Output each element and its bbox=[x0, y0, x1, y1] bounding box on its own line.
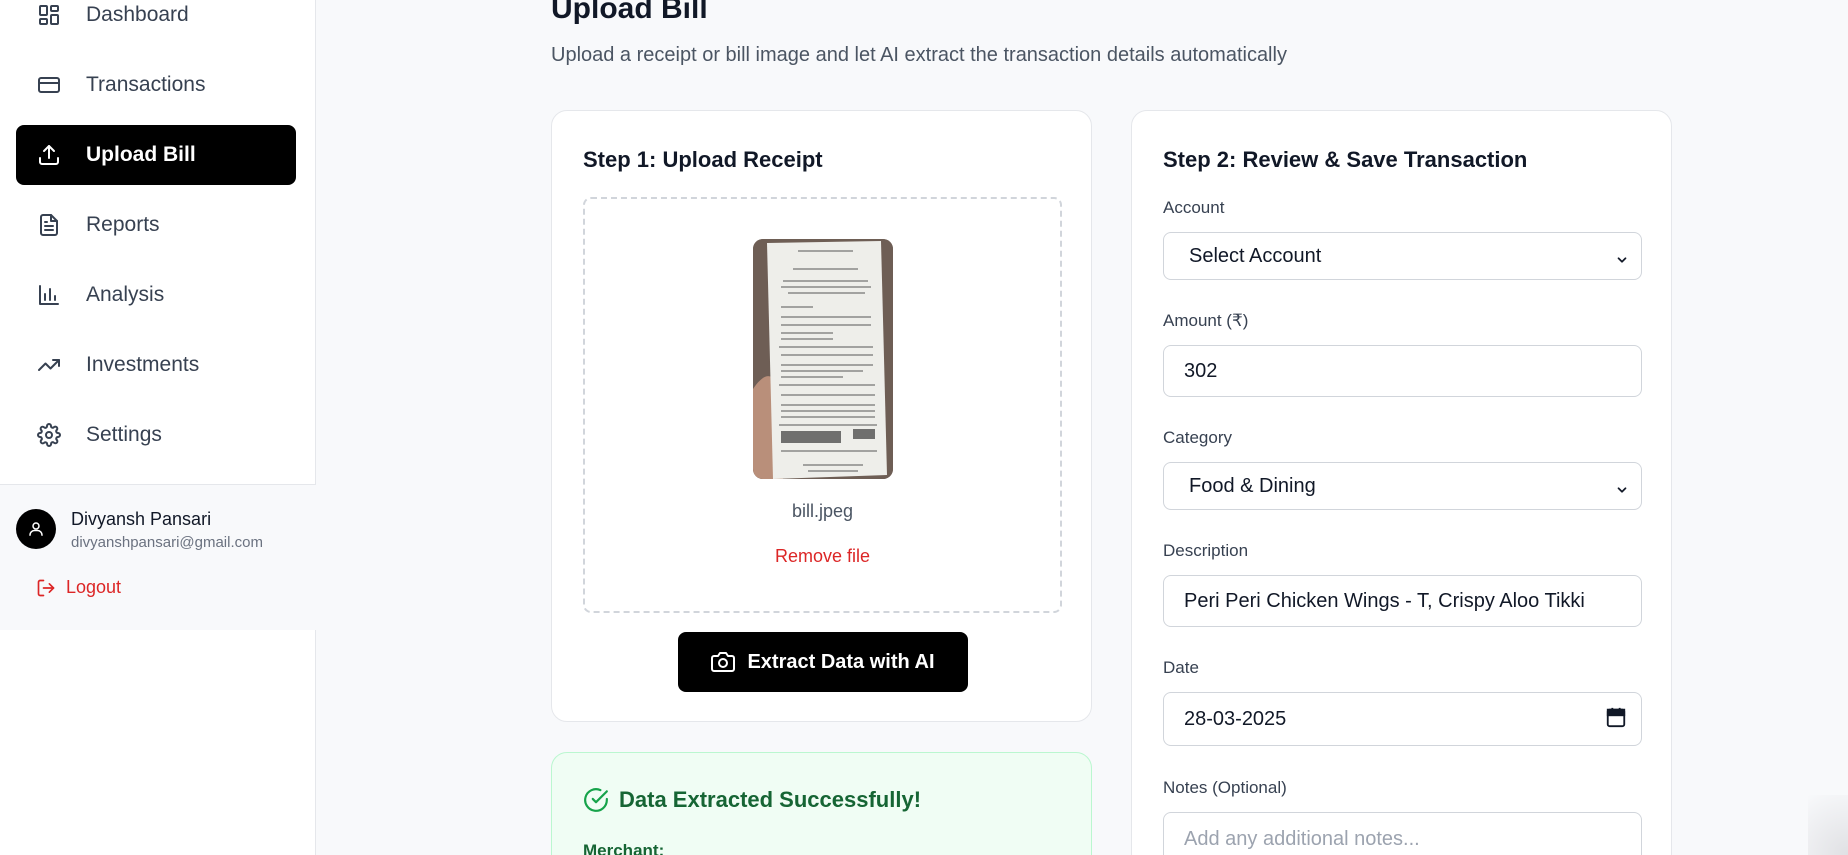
camera-icon bbox=[711, 652, 736, 672]
amount-input[interactable]: 302 bbox=[1163, 345, 1642, 397]
logout-icon bbox=[37, 579, 55, 596]
description-input[interactable]: Peri Peri Chicken Wings - T, Crispy Aloo… bbox=[1163, 575, 1642, 627]
extract-data-label: Extract Data with AI bbox=[747, 650, 935, 673]
receipt-dropzone[interactable]: bill.jpeg Remove file bbox=[583, 197, 1062, 613]
gear-icon bbox=[36, 422, 62, 448]
date-input-value: 28-03-2025 bbox=[1184, 707, 1287, 730]
category-label: Category bbox=[1163, 428, 1232, 447]
extraction-success-card: Data Extracted Successfully! Merchant: bbox=[551, 752, 1092, 855]
category-select[interactable]: Food & Dining bbox=[1163, 462, 1642, 510]
avatar bbox=[16, 509, 56, 549]
calendar-icon[interactable] bbox=[1605, 706, 1627, 728]
sidebar-item-dashboard[interactable]: Dashboard bbox=[16, 0, 296, 45]
notes-input[interactable]: Add any additional notes... bbox=[1163, 812, 1642, 855]
sidebar-item-label: Transactions bbox=[86, 73, 206, 96]
upload-receipt-card: Step 1: Upload Receipt bill.jpeg Remove … bbox=[551, 110, 1092, 722]
date-label: Date bbox=[1163, 658, 1199, 677]
sidebar-item-reports[interactable]: Reports bbox=[16, 195, 296, 255]
user-icon bbox=[29, 522, 43, 536]
receipt-preview-image bbox=[753, 239, 893, 479]
page-title: Upload Bill bbox=[551, 0, 708, 25]
sidebar: Dashboard Transactions Upload Bill Repor… bbox=[0, 0, 316, 855]
step2-title: Step 2: Review & Save Transaction bbox=[1163, 147, 1528, 172]
check-circle-icon bbox=[584, 788, 608, 812]
account-label: Account bbox=[1163, 198, 1225, 217]
credit-card-icon bbox=[36, 72, 62, 98]
review-transaction-card: Step 2: Review & Save Transaction Accoun… bbox=[1131, 110, 1672, 855]
user-panel: Divyansh Pansari divyanshpansari@gmail.c… bbox=[0, 484, 316, 630]
success-title: Data Extracted Successfully! bbox=[583, 787, 921, 813]
dashboard-icon bbox=[36, 2, 62, 28]
sidebar-item-label: Upload Bill bbox=[86, 143, 196, 166]
sidebar-item-label: Investments bbox=[86, 353, 200, 376]
logout-label: Logout bbox=[66, 577, 122, 597]
logout-button[interactable]: Logout bbox=[36, 577, 121, 598]
file-name: bill.jpeg bbox=[791, 501, 854, 521]
user-email: divyanshpansari@gmail.com bbox=[71, 534, 263, 551]
description-input-value: Peri Peri Chicken Wings - T, Crispy Aloo… bbox=[1184, 589, 1585, 612]
decorative-corner bbox=[1808, 795, 1848, 855]
trending-up-icon bbox=[36, 352, 62, 378]
chevron-down-icon bbox=[1615, 250, 1629, 264]
sidebar-item-label: Settings bbox=[86, 423, 162, 446]
step1-title: Step 1: Upload Receipt bbox=[583, 147, 823, 172]
sidebar-item-label: Dashboard bbox=[86, 3, 189, 26]
sidebar-item-label: Reports bbox=[86, 213, 160, 236]
success-title-text: Data Extracted Successfully! bbox=[619, 787, 922, 812]
merchant-label: Merchant: bbox=[583, 841, 665, 855]
sidebar-item-label: Analysis bbox=[86, 283, 165, 306]
description-label: Description bbox=[1163, 541, 1249, 560]
upload-icon bbox=[36, 142, 62, 168]
file-text-icon bbox=[36, 212, 62, 238]
user-name: Divyansh Pansari bbox=[71, 509, 212, 529]
extract-data-button[interactable]: Extract Data with AI bbox=[678, 632, 968, 692]
bar-chart-icon bbox=[36, 282, 62, 308]
chevron-down-icon bbox=[1615, 480, 1629, 494]
amount-input-value: 302 bbox=[1184, 359, 1218, 382]
amount-label: Amount (₹) bbox=[1163, 311, 1249, 330]
remove-file-link[interactable]: Remove file bbox=[585, 546, 1060, 567]
sidebar-item-transactions[interactable]: Transactions bbox=[16, 55, 296, 115]
sidebar-item-analysis[interactable]: Analysis bbox=[16, 265, 296, 325]
category-select-value: Food & Dining bbox=[1189, 474, 1316, 497]
sidebar-item-investments[interactable]: Investments bbox=[16, 335, 296, 395]
notes-input-placeholder: Add any additional notes... bbox=[1184, 827, 1420, 850]
sidebar-item-settings[interactable]: Settings bbox=[16, 405, 296, 465]
sidebar-item-upload-bill[interactable]: Upload Bill bbox=[16, 125, 296, 185]
account-select-value: Select Account bbox=[1189, 244, 1322, 267]
notes-label: Notes (Optional) bbox=[1163, 778, 1287, 797]
page-subtitle: Upload a receipt or bill image and let A… bbox=[551, 44, 1287, 66]
date-input[interactable]: 28-03-2025 bbox=[1163, 692, 1642, 746]
account-select[interactable]: Select Account bbox=[1163, 232, 1642, 280]
